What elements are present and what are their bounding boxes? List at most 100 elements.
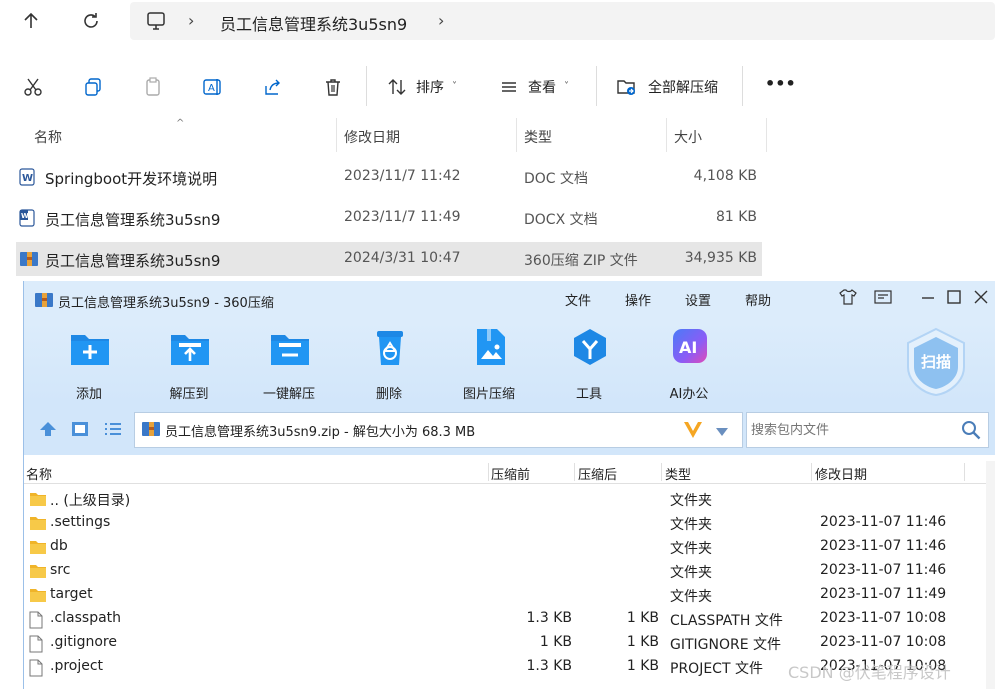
column-packed[interactable]: 压缩前 [491, 464, 530, 483]
close-icon[interactable] [974, 288, 988, 310]
menu-file[interactable]: 文件 [565, 290, 591, 309]
file-row[interactable]: W 员工信息管理系统3u5sn9 2023/11/7 11:49 DOCX 文档… [16, 201, 762, 235]
toolbar-divider [366, 66, 367, 106]
entry-name: .. (上级目录) [50, 493, 131, 509]
feedback-icon[interactable] [874, 288, 892, 310]
column-modified[interactable]: 修改日期 [815, 464, 867, 483]
file-size: 4,108 KB [693, 168, 757, 184]
cut-icon[interactable] [18, 72, 48, 102]
sort-button[interactable]: 排序 [416, 77, 444, 97]
skin-shirt-icon[interactable] [839, 288, 857, 310]
entry-packed-size: 1.3 KB [526, 658, 573, 674]
column-divider[interactable] [488, 463, 489, 481]
paste-icon[interactable] [138, 72, 168, 102]
file-type: DOC 文档 [524, 171, 589, 187]
up-arrow-icon[interactable] [16, 6, 46, 36]
view-icon[interactable] [494, 72, 524, 102]
file-row[interactable]: W Springboot开发环境说明 2023/11/7 11:42 DOC 文… [16, 160, 762, 194]
one-click-extract-label: 一键解压 [262, 387, 315, 402]
zip-file-row[interactable]: db 文件夹 2023-11-07 11:46 [24, 535, 986, 559]
zip-archive-icon [141, 420, 161, 442]
column-divider[interactable] [666, 118, 667, 152]
extract-all-icon[interactable] [612, 72, 642, 102]
toolbar-divider [742, 66, 743, 106]
entry-type: CLASSPATH 文件 [670, 613, 783, 629]
archive-search-box[interactable] [746, 412, 989, 448]
minimize-icon[interactable] [921, 288, 935, 310]
zip-file-row[interactable]: target 文件夹 2023-11-07 11:49 [24, 583, 986, 607]
entry-modified: 2023-11-07 11:46 [820, 514, 947, 530]
file-modified: 2023/11/7 11:49 [344, 209, 461, 225]
thumbnail-view-icon[interactable] [71, 421, 89, 441]
computer-icon [146, 11, 166, 35]
file-icon [29, 635, 43, 657]
share-icon[interactable] [258, 72, 288, 102]
explorer-column-header: 名称 ^ 修改日期 类型 大小 [0, 118, 995, 152]
zip-file-row[interactable]: .classpath 1.3 KB 1 KB CLASSPATH 文件 2023-11-… [24, 607, 986, 631]
column-divider[interactable] [661, 463, 662, 481]
column-divider[interactable] [766, 118, 767, 152]
file-name: Springboot开发环境说明 [45, 170, 218, 188]
view-button[interactable]: 查看 [528, 77, 556, 97]
entry-name: .project [50, 658, 104, 674]
column-divider[interactable] [336, 118, 337, 152]
refresh-icon[interactable] [76, 6, 106, 36]
entry-name: db [50, 538, 68, 554]
chevron-down-icon[interactable]: ˅ [564, 81, 569, 92]
archive-search-input[interactable] [749, 419, 953, 441]
list-view-icon[interactable] [104, 421, 122, 441]
zip-file-row[interactable]: .settings 文件夹 2023-11-07 11:46 [24, 511, 986, 535]
watermark: CSDN @伏笔程序设计 [788, 663, 951, 682]
extract-to-label: 解压到 [169, 387, 209, 402]
rename-icon[interactable]: A [198, 72, 228, 102]
copy-icon[interactable] [78, 72, 108, 102]
file-size: 34,935 KB [684, 250, 757, 266]
search-icon[interactable] [961, 420, 981, 444]
chevron-down-icon[interactable]: ˅ [452, 81, 457, 92]
file-type: 360压缩 ZIP 文件 [524, 253, 638, 269]
menu-operation[interactable]: 操作 [625, 290, 651, 309]
column-unpacked[interactable]: 压缩后 [578, 464, 617, 483]
column-divider[interactable] [574, 463, 575, 481]
address-bar[interactable]: › 员工信息管理系统3u5sn9 › [130, 2, 995, 40]
entry-type: 文件夹 [670, 589, 712, 605]
entry-packed-size: 1.3 KB [526, 610, 573, 626]
archive-path-field[interactable]: 员工信息管理系统3u5sn9.zip - 解包大小为 68.3 MB [134, 412, 743, 448]
column-name[interactable]: 名称 [26, 464, 52, 483]
word-docx-icon: W [19, 209, 35, 231]
more-options-icon[interactable]: ••• [765, 74, 796, 93]
column-name[interactable]: 名称 [34, 127, 62, 147]
scan-button[interactable]: 扫描 [904, 327, 968, 397]
menu-settings[interactable]: 设置 [685, 290, 711, 309]
folder-icon [29, 491, 47, 511]
up-level-icon[interactable] [39, 421, 57, 441]
column-type[interactable]: 类型 [524, 127, 552, 147]
v-logo-icon[interactable] [683, 421, 703, 443]
column-divider[interactable] [811, 463, 812, 481]
sort-icon[interactable] [382, 72, 412, 102]
zip-title-bar[interactable]: 员工信息管理系统3u5sn9 - 360压缩 文件 操作 设置 帮助 [24, 281, 995, 321]
column-modified[interactable]: 修改日期 [344, 127, 400, 147]
column-size[interactable]: 大小 [674, 127, 702, 147]
maximize-icon[interactable] [947, 288, 961, 310]
chevron-right-icon[interactable]: › [438, 11, 444, 30]
menu-help[interactable]: 帮助 [745, 290, 771, 309]
delete-icon[interactable] [318, 72, 348, 102]
dropdown-arrow-icon[interactable] [715, 425, 729, 441]
zip-file-row[interactable]: src 文件夹 2023-11-07 11:46 [24, 559, 986, 583]
entry-name: .gitignore [50, 634, 117, 650]
file-modified: 2023/11/7 11:42 [344, 168, 461, 184]
zip-file-row[interactable]: .gitignore 1 KB 1 KB GITIGNORE 文件 2023-11-07… [24, 631, 986, 655]
column-divider[interactable] [516, 118, 517, 152]
column-divider[interactable] [964, 463, 965, 481]
folder-icon [29, 515, 47, 535]
breadcrumb[interactable]: 员工信息管理系统3u5sn9 [220, 11, 407, 35]
entry-type: 文件夹 [670, 493, 712, 509]
file-icon [29, 611, 43, 633]
extract-all-button[interactable]: 全部解压缩 [648, 77, 718, 97]
zip-file-row[interactable]: .. (上级目录) 文件夹 [24, 487, 986, 511]
zip-archive-icon [19, 250, 39, 272]
file-row-selected[interactable]: 员工信息管理系统3u5sn9 2024/3/31 10:47 360压缩 ZIP… [16, 242, 762, 276]
vertical-scrollbar[interactable] [986, 461, 995, 689]
column-type[interactable]: 类型 [665, 464, 691, 483]
